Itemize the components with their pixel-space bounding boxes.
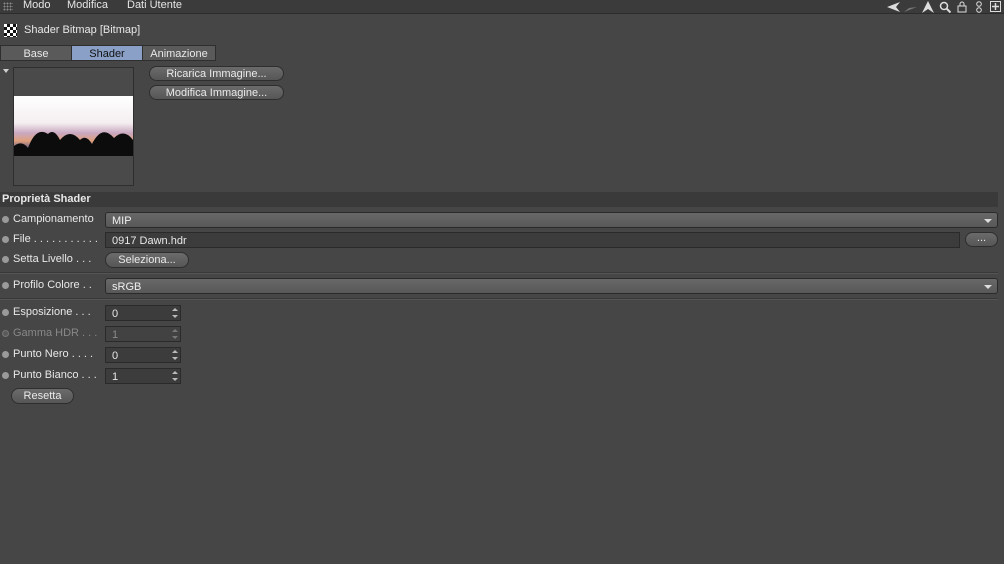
- new-panel-icon[interactable]: [989, 1, 1002, 13]
- gamma-value: 1: [112, 329, 119, 341]
- image-preview: [13, 67, 134, 186]
- animate-dot-icon[interactable]: [2, 351, 9, 358]
- sampling-label: Campionamento: [13, 213, 94, 225]
- search-icon[interactable]: [938, 1, 951, 13]
- chevron-down-icon: [984, 219, 992, 223]
- white-point-label: Punto Bianco . . .: [13, 369, 97, 381]
- black-point-input[interactable]: 0: [105, 347, 181, 363]
- animate-dot-icon[interactable]: [2, 216, 9, 223]
- animate-dot-icon[interactable]: [2, 236, 9, 243]
- preview-collapse-icon[interactable]: [3, 69, 9, 73]
- color-profile-value: sRGB: [112, 281, 142, 293]
- menu-bar: Modo Modifica Dati Utente: [0, 0, 1004, 14]
- color-profile-label: Profilo Colore . .: [13, 279, 92, 291]
- cursor-up-icon[interactable]: [921, 0, 934, 13]
- white-point-value: 1: [112, 371, 119, 383]
- color-profile-dropdown[interactable]: sRGB: [105, 278, 998, 294]
- layer-label: Setta Livello . . .: [13, 253, 92, 265]
- menu-modo[interactable]: Modo: [23, 0, 51, 11]
- exposure-label: Esposizione . . .: [13, 306, 91, 318]
- menu-modifica[interactable]: Modifica: [67, 0, 108, 11]
- tab-animazione[interactable]: Animazione: [142, 45, 216, 61]
- link-icon[interactable]: [972, 0, 985, 13]
- hdr-thumbnail-image: [14, 96, 133, 156]
- chevron-down-icon: [984, 285, 992, 289]
- stepper-arrows-icon[interactable]: [172, 371, 178, 381]
- reset-button[interactable]: Resetta: [11, 388, 74, 404]
- animate-dot-icon[interactable]: [2, 282, 9, 289]
- toolbar-icons: [887, 0, 1002, 13]
- reload-image-button[interactable]: Ricarica Immagine...: [149, 66, 284, 81]
- arrow-right-icon[interactable]: [904, 1, 917, 13]
- select-layer-button[interactable]: Seleziona...: [105, 252, 189, 268]
- menu-dati-utente[interactable]: Dati Utente: [127, 0, 182, 11]
- grip-handle-icon[interactable]: [3, 2, 13, 11]
- stepper-arrows-icon[interactable]: [172, 350, 178, 360]
- lock-icon[interactable]: [955, 1, 968, 13]
- object-title: Shader Bitmap [Bitmap]: [24, 24, 141, 36]
- browse-file-button[interactable]: ...: [965, 232, 998, 247]
- sampling-dropdown[interactable]: MIP: [105, 212, 998, 228]
- animate-dot-icon[interactable]: [2, 309, 9, 316]
- checkerboard-icon: [4, 24, 17, 37]
- animate-dot-icon[interactable]: [2, 256, 9, 263]
- stepper-arrows-icon: [172, 329, 178, 339]
- divider: [0, 298, 998, 300]
- exposure-input[interactable]: 0: [105, 305, 181, 321]
- edit-image-button[interactable]: Modifica Immagine...: [149, 85, 284, 100]
- black-point-value: 0: [112, 350, 119, 362]
- black-point-label: Punto Nero . . . .: [13, 348, 94, 360]
- arrow-left-icon[interactable]: [887, 1, 900, 13]
- stepper-arrows-icon[interactable]: [172, 308, 178, 318]
- tab-base[interactable]: Base: [0, 45, 72, 61]
- gamma-input: 1: [105, 326, 181, 342]
- file-label: File . . . . . . . . . . .: [13, 233, 98, 245]
- white-point-input[interactable]: 1: [105, 368, 181, 384]
- sampling-value: MIP: [112, 215, 132, 227]
- tab-shader[interactable]: Shader: [71, 45, 143, 61]
- gamma-label: Gamma HDR . . .: [13, 327, 98, 339]
- section-title: Proprietà Shader: [0, 192, 998, 207]
- animate-dot-icon[interactable]: [2, 372, 9, 379]
- animate-dot-icon: [2, 330, 9, 337]
- divider: [0, 272, 998, 274]
- exposure-value: 0: [112, 308, 119, 320]
- file-path-input[interactable]: 0917 Dawn.hdr: [105, 232, 960, 248]
